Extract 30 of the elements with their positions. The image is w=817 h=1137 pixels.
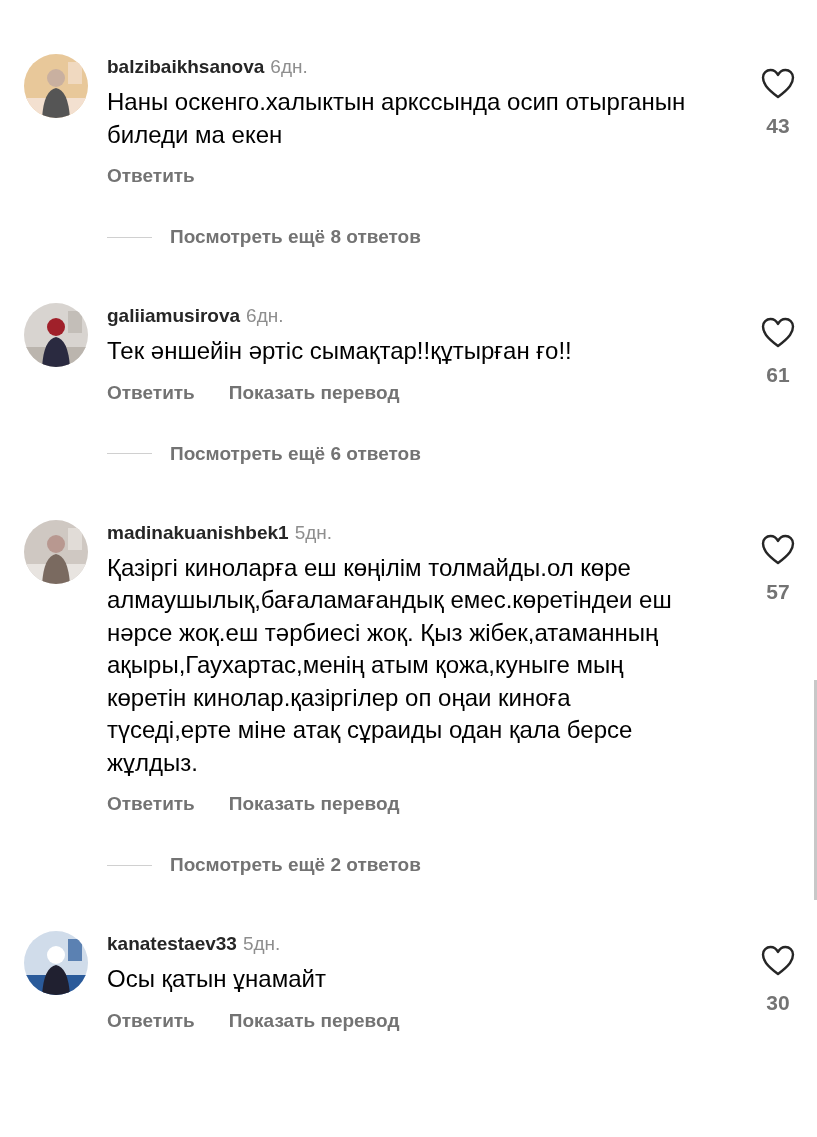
comment-text: Қазіргі киноларға еш көңілім толмайды.ол көре алмаушылық,бағаламағандық емес.көретіндеи еш нәрсе жоқ.еш тәрбиесі жоқ. Қыз жібек,атаманның ақыры,Гаухартас,менің атым қожа,куныге мың көретін кинолар.қазіргілер оп оңаи киноға түседі,ерте міне атақ сұраиды одан қала берсе жұлдыз. xyxy=(107,552,673,778)
heart-icon[interactable] xyxy=(761,317,795,348)
like-count: 61 xyxy=(766,362,790,388)
translate-link[interactable]: Показать перевод xyxy=(228,1007,400,1034)
heart-icon[interactable] xyxy=(761,945,795,976)
username[interactable]: galiiamusirova xyxy=(107,305,241,326)
like-count: 30 xyxy=(766,990,790,1016)
translate-link[interactable]: Показать перевод xyxy=(228,379,400,406)
view-replies-link[interactable]: Посмотреть ещё 8 ответов xyxy=(170,224,421,250)
comment-text: Осы қатын ұнамайт xyxy=(107,964,327,994)
timestamp: 5дн. xyxy=(294,521,333,543)
reply-link[interactable]: Ответить xyxy=(107,791,195,817)
username[interactable]: balzibaikhsanova xyxy=(107,56,265,77)
comment-text: Тек әншейін әртіс сымақтар!!құтырған ғо!! xyxy=(107,336,573,366)
timestamp: 6дн. xyxy=(246,305,284,326)
reply-link[interactable]: Ответить xyxy=(107,1007,195,1034)
timestamp: 6дн. xyxy=(270,56,308,77)
translate-link[interactable]: Показать перевод xyxy=(228,791,400,817)
reply-link[interactable]: Ответить xyxy=(107,163,195,189)
timestamp: 5дн. xyxy=(242,933,281,954)
comment-text: Наны оскенго.халыктын арксcында осип отырганын биледи ма екен xyxy=(107,87,687,150)
like-count: 43 xyxy=(766,113,790,139)
reply-link[interactable]: Ответить xyxy=(107,379,195,406)
heart-icon[interactable] xyxy=(761,68,795,99)
username[interactable]: kanatestaev33 xyxy=(107,933,237,954)
view-replies-link[interactable]: Посмотреть ещё 2 ответов xyxy=(170,852,421,878)
username[interactable]: madinakuanishbek1 xyxy=(107,521,289,543)
view-replies-link[interactable]: Посмотреть ещё 6 ответов xyxy=(170,440,421,467)
like-count: 57 xyxy=(766,578,790,605)
heart-icon[interactable] xyxy=(761,533,795,565)
